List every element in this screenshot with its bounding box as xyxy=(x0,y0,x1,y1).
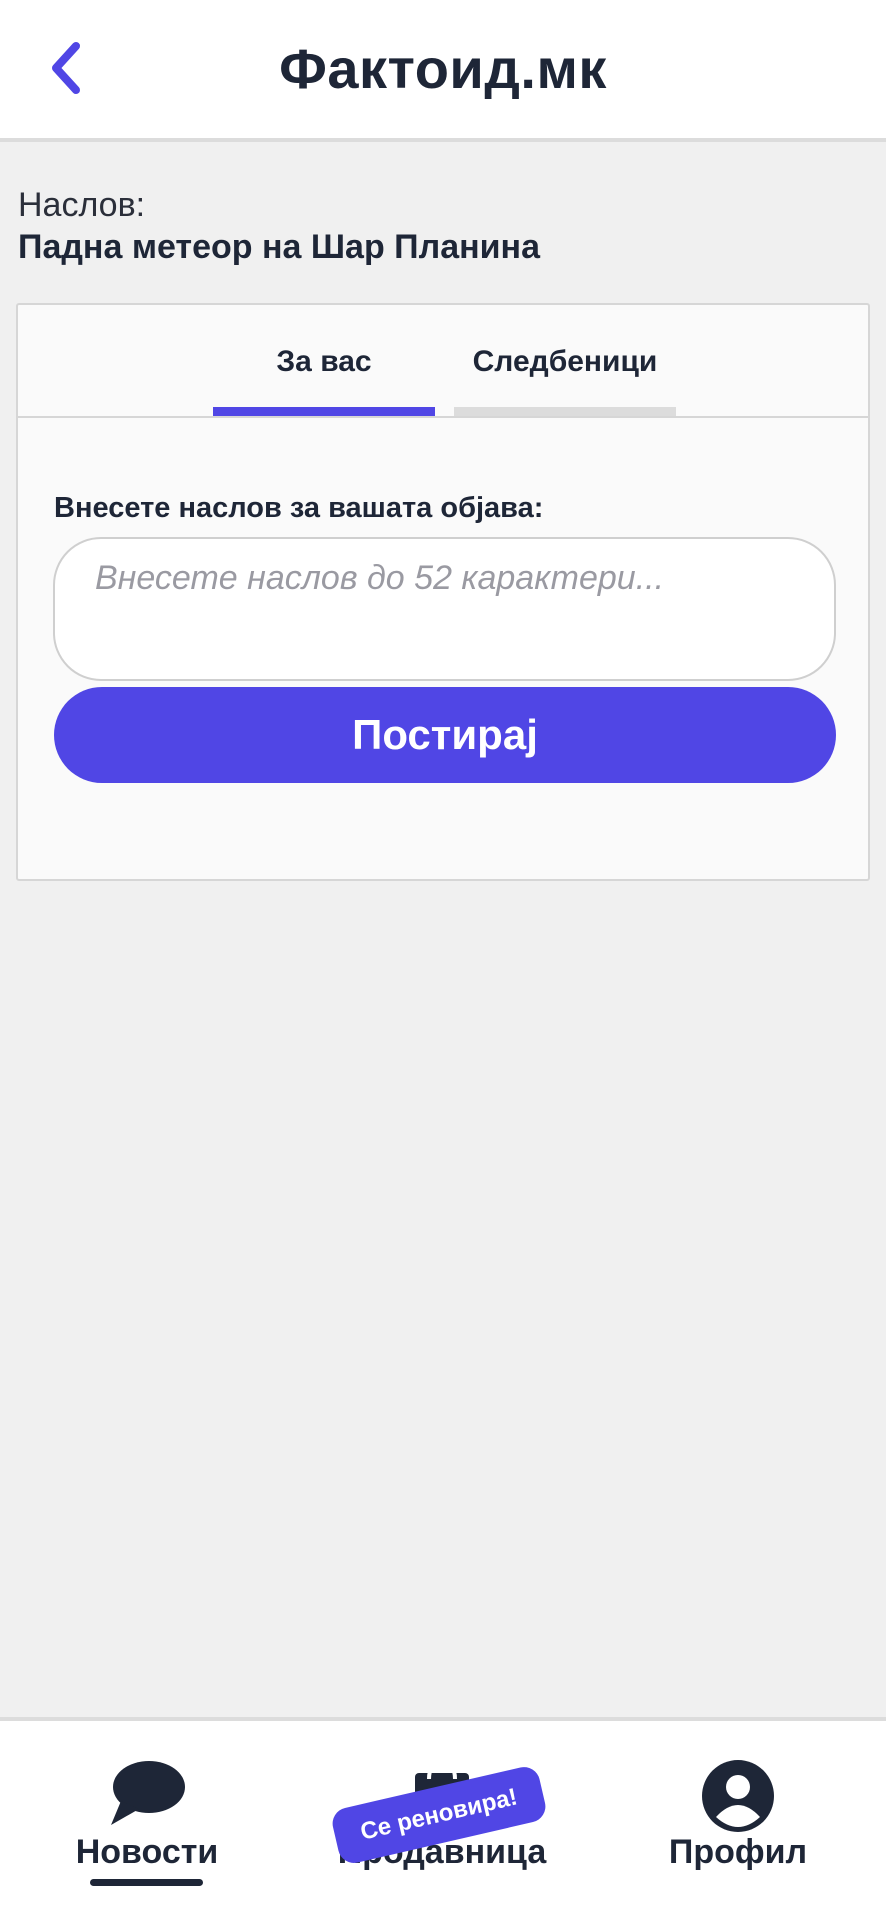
post-title-input[interactable] xyxy=(53,537,836,681)
post-button[interactable]: Постирај xyxy=(54,687,836,783)
page-title: Фактоид.мк xyxy=(279,37,607,100)
nav-item-news[interactable]: Новости xyxy=(27,1721,267,1920)
post-card: За вас Следбеници Внесете наслов за ваша… xyxy=(16,303,870,881)
user-circle-icon xyxy=(702,1760,774,1832)
article-title-label: Наслов: xyxy=(18,186,146,224)
tab-followers[interactable]: Следбеници xyxy=(454,305,676,416)
nav-label-profile: Профил xyxy=(668,1833,808,1871)
article-title: Падна метеор на Шар Планина xyxy=(18,228,540,266)
post-title-prompt: Внесете наслов за вашата објава: xyxy=(54,492,544,524)
active-indicator xyxy=(90,1879,203,1886)
tab-bar: За вас Следбеници xyxy=(18,305,868,418)
chat-bubble-icon xyxy=(111,1761,185,1825)
nav-item-profile[interactable]: Профил xyxy=(618,1721,858,1920)
nav-label-news: Новости xyxy=(75,1833,219,1871)
tab-for-you[interactable]: За вас xyxy=(213,305,435,416)
app-header: Фактоид.мк xyxy=(0,0,886,142)
